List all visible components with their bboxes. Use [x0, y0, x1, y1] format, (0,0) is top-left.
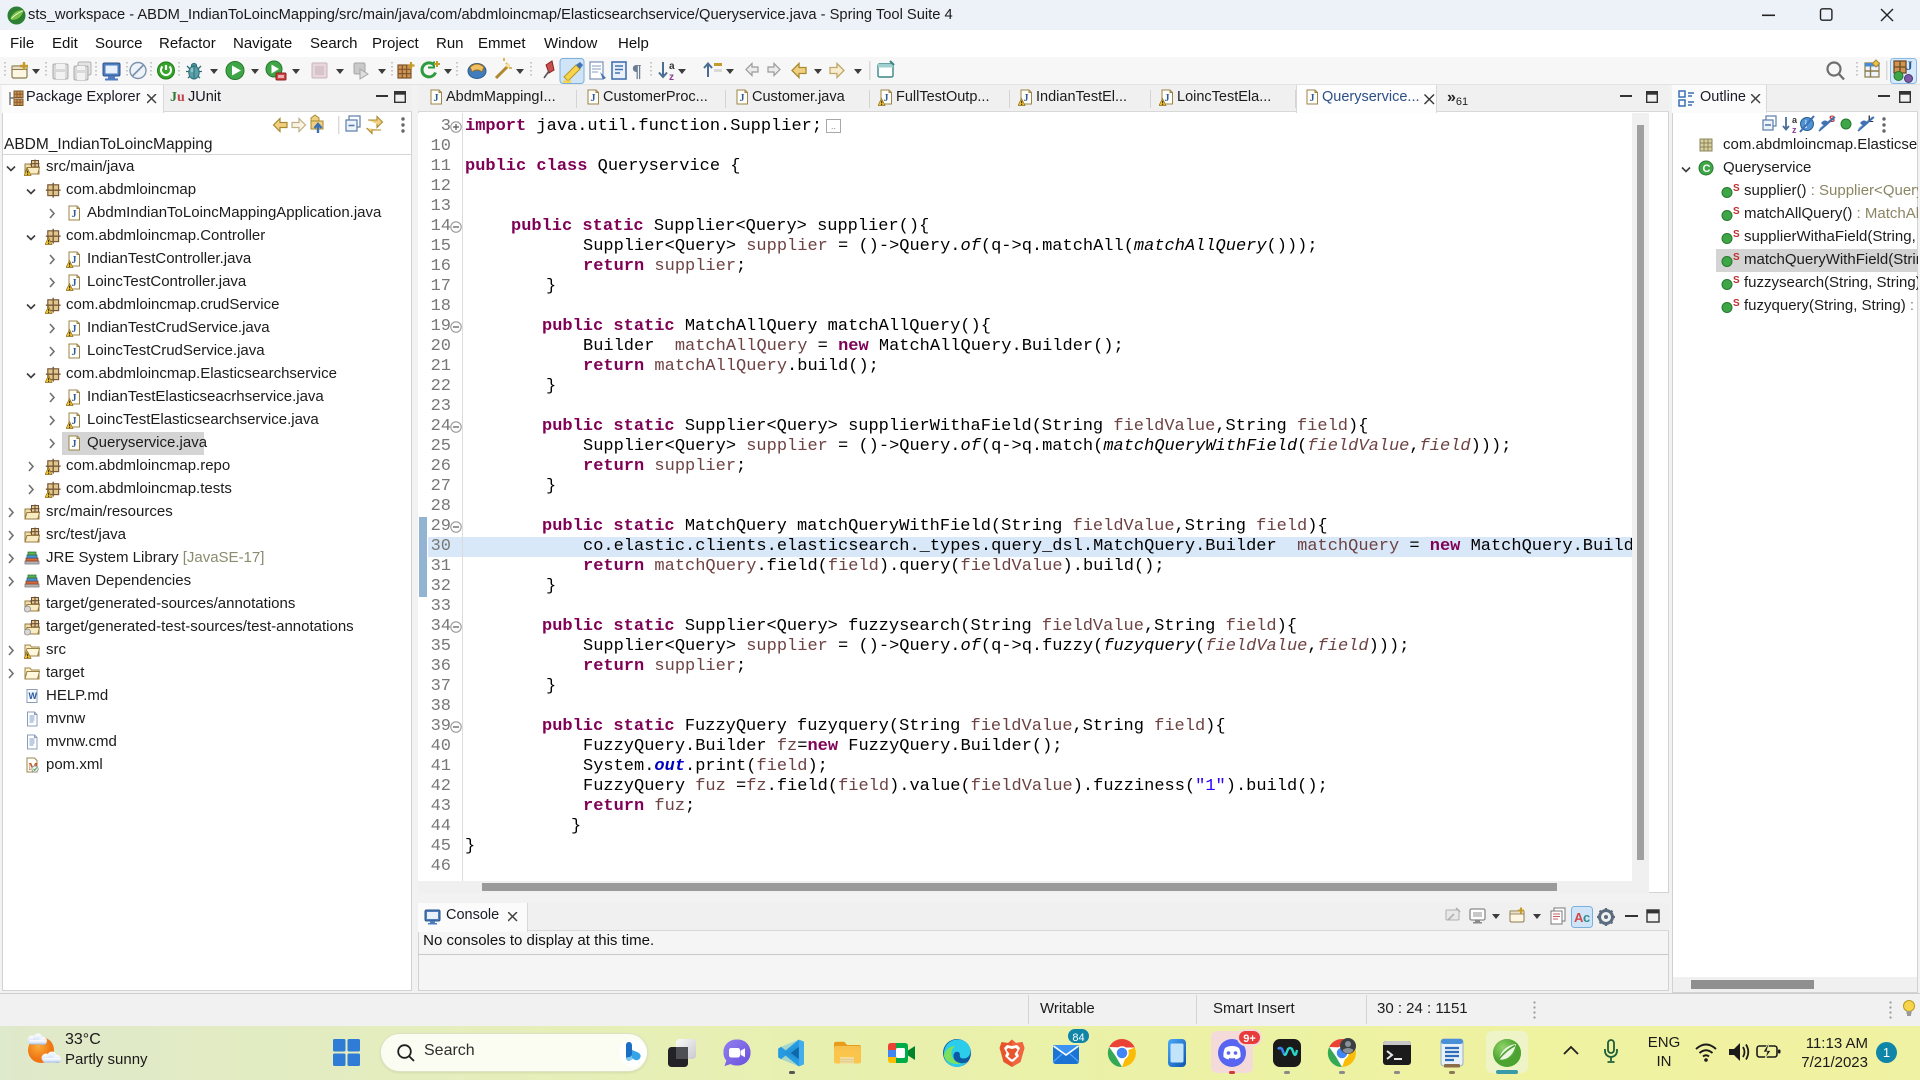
svg-text:S: S: [1733, 298, 1740, 309]
svg-text:c: c: [1583, 910, 1590, 925]
svg-text:z: z: [1792, 125, 1797, 135]
svg-text:S: S: [1733, 206, 1740, 217]
svg-text:J: J: [1906, 58, 1913, 73]
svg-text:a: a: [1792, 115, 1798, 125]
svg-text:C: C: [1703, 163, 1711, 175]
svg-text:¶: ¶: [632, 61, 642, 81]
svg-text:S: S: [1733, 275, 1740, 286]
svg-text:S: S: [1733, 252, 1740, 263]
svg-text:S: S: [1733, 183, 1740, 194]
svg-text:z: z: [669, 72, 674, 83]
svg-text:a: a: [669, 61, 675, 72]
svg-text:S: S: [1733, 229, 1740, 240]
